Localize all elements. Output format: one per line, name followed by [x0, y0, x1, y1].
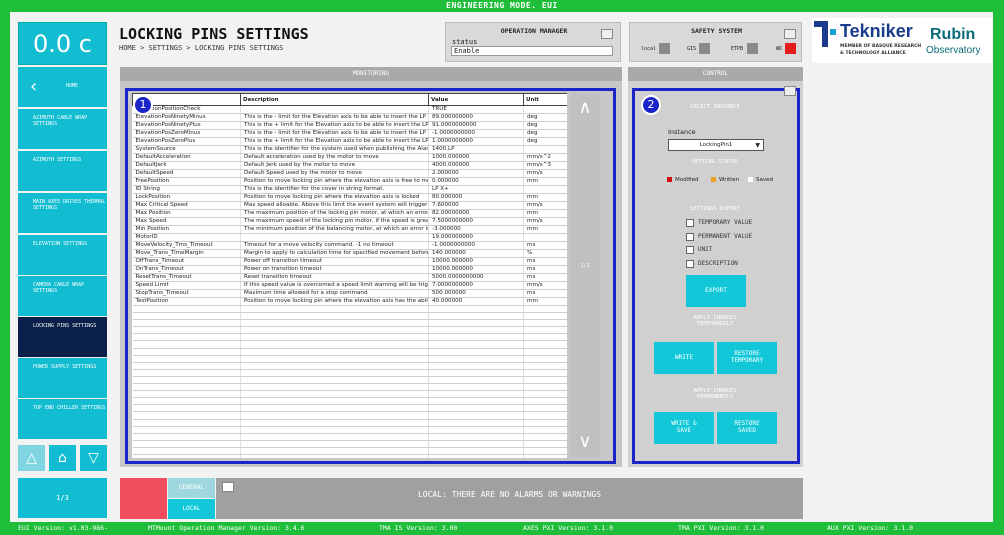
- sidebar-item-camera-cable-wrap[interactable]: CAMERA CABLE WRAP SETTINGS: [18, 276, 107, 316]
- general-alarms-tab[interactable]: GENERAL: [168, 478, 215, 498]
- chevron-up-icon: △: [26, 450, 37, 466]
- tekniker-subtitle-2: & TECHNOLOGY ALLIANCE: [840, 51, 906, 56]
- rubin-name: Rubin: [930, 26, 976, 43]
- cursor-window-icon[interactable]: [784, 86, 796, 96]
- unit-checkbox[interactable]: [686, 246, 694, 254]
- select-instance-label: SELECT INSTANCE: [690, 104, 740, 110]
- rubin-observatory: Observatory: [926, 45, 981, 56]
- restore-saved-button[interactable]: RESTORE SAVED: [717, 412, 777, 444]
- safety-gis-label: GIS: [687, 46, 697, 52]
- legend-modified: Modified: [667, 177, 698, 183]
- description-checkbox[interactable]: [686, 260, 694, 268]
- sidebar-item-elevation[interactable]: ELEVATION SETTINGS: [18, 235, 107, 275]
- restore-temporary-button[interactable]: RESTORE TEMPORARY: [717, 342, 777, 374]
- safety-local-indicator: [659, 43, 670, 54]
- safety-system-panel: SAFETY SYSTEM local GIS ETPB WD: [629, 22, 802, 62]
- sidebar-item-azimuth[interactable]: AZIMUTH SETTINGS: [18, 151, 107, 191]
- temporary-value-checkbox[interactable]: [686, 219, 694, 227]
- permanent-value-label: PERMANENT VALUE: [698, 233, 753, 240]
- home-icon: ⌂: [58, 450, 67, 466]
- write-button[interactable]: WRITE: [654, 342, 714, 374]
- operation-manager-panel: OPERATION MANAGER status Enable: [445, 22, 621, 62]
- chevron-down-icon: ▽: [88, 450, 99, 466]
- write-and-save-button[interactable]: WRITE & SAVE: [654, 412, 714, 444]
- modified-label: Modified: [675, 177, 699, 183]
- saved-label: Saved: [756, 177, 773, 183]
- sidebar-item-locking-pins[interactable]: LOCKING PINS SETTINGS: [18, 317, 107, 357]
- written-swatch: [711, 177, 716, 182]
- alarm-message-bar: LOCAL: THERE ARE NO ALARMS OR WARNINGS: [216, 478, 803, 519]
- mtmount-version: MTMount Operation Manager Version: 3.4.6: [148, 524, 305, 532]
- sidebar-page-indicator: 1/3: [18, 478, 107, 518]
- safety-gis-indicator: [699, 43, 710, 54]
- unit-label: UNIT: [698, 246, 713, 253]
- permanent-value-checkbox[interactable]: [686, 233, 694, 241]
- local-alarms-tab[interactable]: LOCAL: [168, 499, 215, 519]
- tekniker-subtitle-1: MEMBER OF BASQUE RESEARCH: [840, 44, 922, 49]
- sidebar-item-top-end-chiller[interactable]: TOP END CHILLER SETTINGS: [18, 399, 107, 439]
- tma-is-version: TMA IS Version: 3.00: [379, 524, 458, 532]
- safety-local-label: local: [641, 46, 657, 52]
- home-label: HOME: [66, 83, 79, 89]
- sidebar: 0.0 c ‹ HOME AZIMUTH CABLE WRAP SETTINGS…: [18, 22, 107, 522]
- logos: Tekniker MEMBER OF BASQUE RESEARCH & TEC…: [812, 18, 992, 63]
- instance-select[interactable]: LockingPin1 ▼: [668, 139, 764, 151]
- eui-version: EUI Version: v1.03-986-: [18, 524, 109, 532]
- instance-select-value: LockingPin1: [699, 142, 733, 148]
- mode-banner: ENGINEERING MODE. EUI: [0, 0, 1004, 12]
- chevron-left-icon: ‹: [30, 76, 38, 97]
- safety-system-title: SAFETY SYSTEM: [691, 27, 742, 35]
- status-value: Enable: [451, 46, 613, 56]
- monitoring-badge: 1: [133, 95, 153, 115]
- safety-wd-label: WD: [776, 46, 783, 52]
- caret-down-icon: ▼: [755, 142, 760, 149]
- temporary-value-label: TEMPORARY VALUE: [698, 219, 753, 226]
- sidebar-item-main-axes-drives-thermal[interactable]: MAIN AXES DRIVES THERMAL SETTINGS: [18, 193, 107, 233]
- safety-etpb-label: ETPB: [731, 46, 744, 52]
- instance-label: Instance: [668, 128, 696, 136]
- aux-pxi-version: AUX PXI Version: 3.1.0: [827, 524, 914, 532]
- control-header: CONTROL: [628, 67, 803, 81]
- settings-export-label: SETTINGS EXPORT: [690, 206, 740, 212]
- tekniker-logo-icon: [814, 21, 836, 47]
- safety-wd-indicator: [785, 43, 796, 54]
- scroll-up-button[interactable]: △: [18, 445, 45, 471]
- version-footer: EUI Version: v1.03-986- MTMount Operatio…: [0, 522, 1004, 535]
- home-button[interactable]: ‹ HOME: [18, 67, 107, 107]
- alarm-message: LOCAL: THERE ARE NO ALARMS OR WARNINGS: [417, 490, 602, 499]
- apply-temporarily-label: APPLY CHANGES TEMPORARILY: [693, 315, 737, 327]
- sidebar-item-azimuth-cable-wrap[interactable]: AZIMUTH CABLE WRAP SETTINGS: [18, 109, 107, 149]
- safety-etpb-indicator: [747, 43, 758, 54]
- cursor-window-icon[interactable]: [784, 29, 796, 39]
- clock-display: 0.0 c: [18, 22, 107, 65]
- sidebar-item-power-supply[interactable]: POWER SUPPLY SETTINGS: [18, 358, 107, 398]
- saved-swatch: [748, 177, 753, 182]
- alarm-indicator: [120, 478, 167, 519]
- legend-written: Written: [711, 177, 739, 183]
- cursor-window-icon[interactable]: [601, 29, 613, 39]
- axes-pxi-version: AXES PXI Version: 3.1.0: [523, 524, 614, 532]
- home-icon-button[interactable]: ⌂: [49, 445, 76, 471]
- description-label: DESCRIPTION: [698, 260, 738, 267]
- tekniker-name: Tekniker: [840, 21, 913, 41]
- monitoring-highlight-box: [125, 88, 616, 464]
- scroll-down-button[interactable]: ▽: [80, 445, 107, 471]
- apply-permanently-label: APPLY CHANGES PERMANENTLY: [693, 388, 737, 400]
- written-label: Written: [719, 177, 740, 183]
- legend-saved: Saved: [748, 177, 773, 183]
- monitoring-header: MONITORING: [120, 67, 622, 81]
- page-title: LOCKING PINS SETTINGS: [119, 25, 309, 43]
- export-button[interactable]: EXPORT: [686, 275, 746, 307]
- cursor-window-icon[interactable]: [222, 482, 234, 492]
- status-label: status: [452, 38, 478, 46]
- breadcrumb: HOME > SETTINGS > LOCKING PINS SETTINGS: [119, 44, 284, 52]
- operation-manager-title: OPERATION MANAGER: [500, 27, 568, 35]
- modified-swatch: [667, 177, 672, 182]
- tma-pxi-version: TMA PXI Version: 3.1.0: [678, 524, 765, 532]
- setting-status-label: SETTING STATUS: [691, 159, 739, 165]
